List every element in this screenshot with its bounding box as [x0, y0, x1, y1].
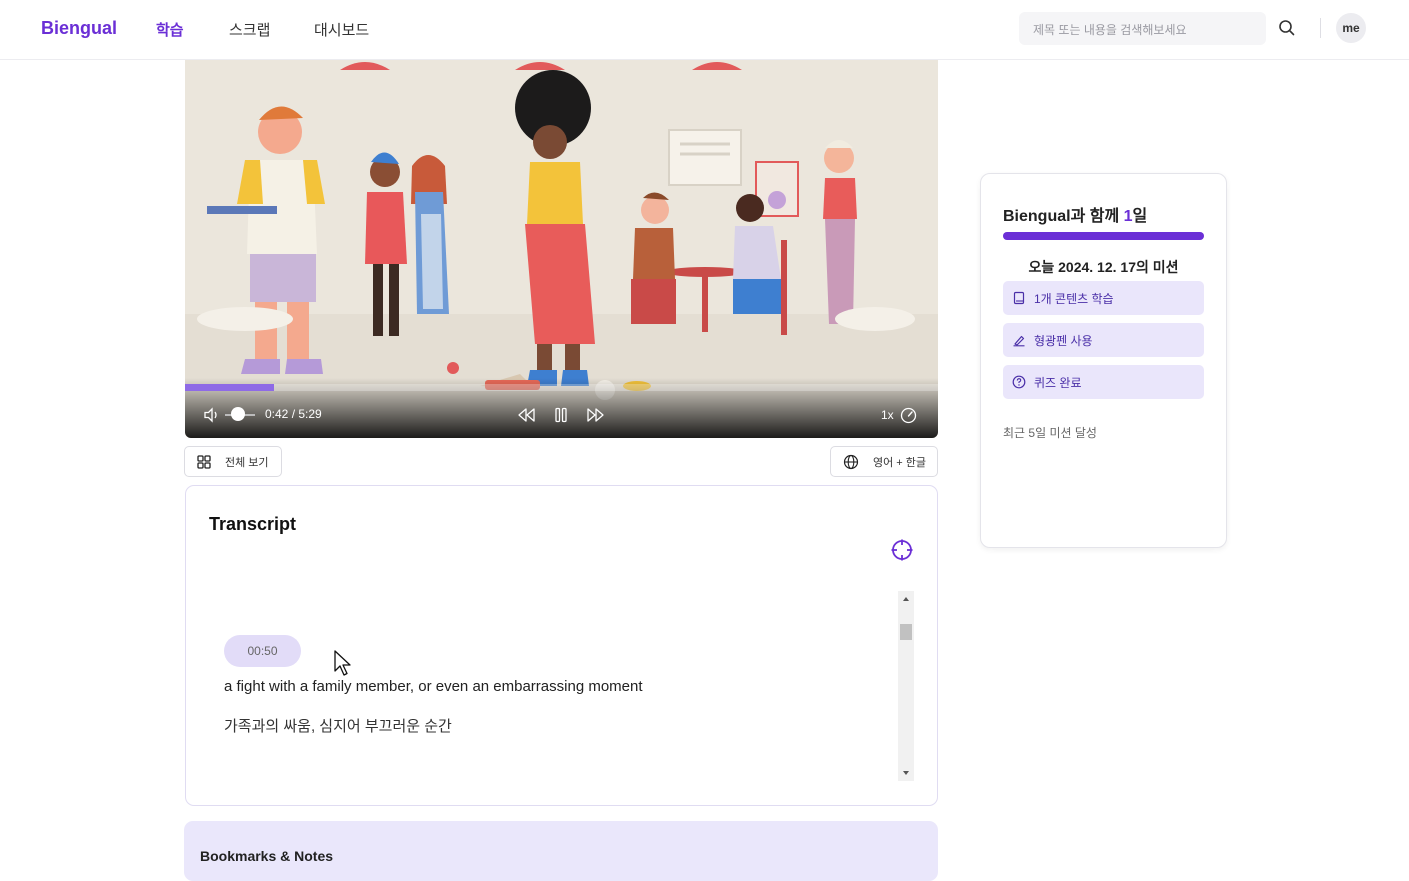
bookmarks-notes-panel: Bookmarks & Notes [184, 821, 938, 881]
highlighter-icon [1013, 335, 1025, 347]
mission-task-highlighter[interactable]: 형광펜 사용 [1003, 323, 1204, 357]
transcript-line-korean[interactable]: 가족과의 싸움, 심지어 부끄러운 순간 [224, 715, 452, 736]
transcript-line-english[interactable]: a fight with a family member, or even an… [224, 678, 643, 695]
video-time: 0:42 / 5:29 [265, 407, 322, 421]
speedometer-icon[interactable] [900, 407, 917, 424]
mouse-cursor-icon [334, 650, 351, 676]
nav-link-dashboard[interactable]: 대시보드 [314, 19, 369, 40]
playback-speed[interactable]: 1x [881, 408, 894, 422]
volume-icon[interactable] [203, 407, 221, 423]
pause-icon[interactable] [553, 407, 569, 423]
mission-day-count: 1 [1123, 208, 1133, 225]
fast-forward-icon[interactable] [585, 407, 605, 423]
transcript-title: Transcript [209, 514, 297, 534]
recent-mission-status: 최근 5일 미션 달성 [1003, 426, 1097, 440]
question-circle-icon [1012, 375, 1026, 389]
scroll-down-arrow-icon[interactable] [902, 769, 910, 777]
mission-card: Biengual과 함께 1일 오늘 2024. 12. 17의 미션 1개 콘… [980, 173, 1227, 548]
transcript-scrollbar[interactable] [898, 591, 914, 781]
language-toggle-button[interactable]: 영어 + 한글 [830, 446, 938, 477]
search-icon[interactable] [1277, 18, 1297, 38]
grid-icon [197, 454, 211, 469]
mission-task-quiz[interactable]: 퀴즈 완료 [1003, 365, 1204, 399]
scroll-up-arrow-icon[interactable] [902, 595, 910, 603]
transcript-panel: Transcript 00:50 a fight with a family m… [185, 485, 938, 806]
globe-icon [843, 454, 859, 469]
language-label: 영어 + 한글 [873, 456, 927, 469]
mission-task-content[interactable]: 1개 콘텐츠 학습 [1003, 281, 1204, 315]
nav-divider [1320, 18, 1321, 38]
view-all-button[interactable]: 전체 보기 [184, 446, 282, 477]
streak-progress-bar [1003, 232, 1204, 240]
mission-task-label: 1개 콘텐츠 학습 [1034, 291, 1114, 306]
video-player[interactable]: 0:42 / 5:29 1x [185, 14, 938, 438]
top-navigation: Biengual 학습 스크랩 대시보드 제목 또는 내용을 검색해보세요 me [0, 0, 1409, 60]
search-input[interactable]: 제목 또는 내용을 검색해보세요 [1019, 12, 1266, 45]
view-all-label: 전체 보기 [225, 456, 269, 469]
streak-progress-fill [1003, 232, 1204, 240]
mission-task-label: 퀴즈 완료 [1034, 375, 1082, 390]
video-frame-illustration [185, 14, 938, 438]
avatar[interactable]: me [1336, 13, 1366, 43]
nav-link-learn[interactable]: 학습 [156, 19, 184, 40]
scrollbar-thumb[interactable] [900, 624, 912, 640]
timestamp-badge[interactable]: 00:50 [224, 635, 301, 667]
logo[interactable]: Biengual [41, 18, 117, 39]
mission-date: 오늘 2024. 12. 17의 미션 [1028, 259, 1179, 275]
mission-task-label: 형광펜 사용 [1034, 333, 1093, 348]
book-icon [1013, 291, 1025, 305]
video-progress-fill [185, 384, 274, 391]
rewind-icon[interactable] [517, 407, 537, 423]
crosshair-icon[interactable] [890, 538, 914, 562]
mission-title: Biengual과 함께 1일 [1003, 202, 1147, 226]
video-progress-bar[interactable] [185, 384, 938, 391]
volume-slider-knob[interactable] [231, 407, 245, 421]
mission-title-prefix: Biengual과 함께 [1003, 208, 1124, 225]
mission-title-suffix: 일 [1132, 208, 1148, 225]
nav-link-scrap[interactable]: 스크랩 [229, 19, 270, 40]
